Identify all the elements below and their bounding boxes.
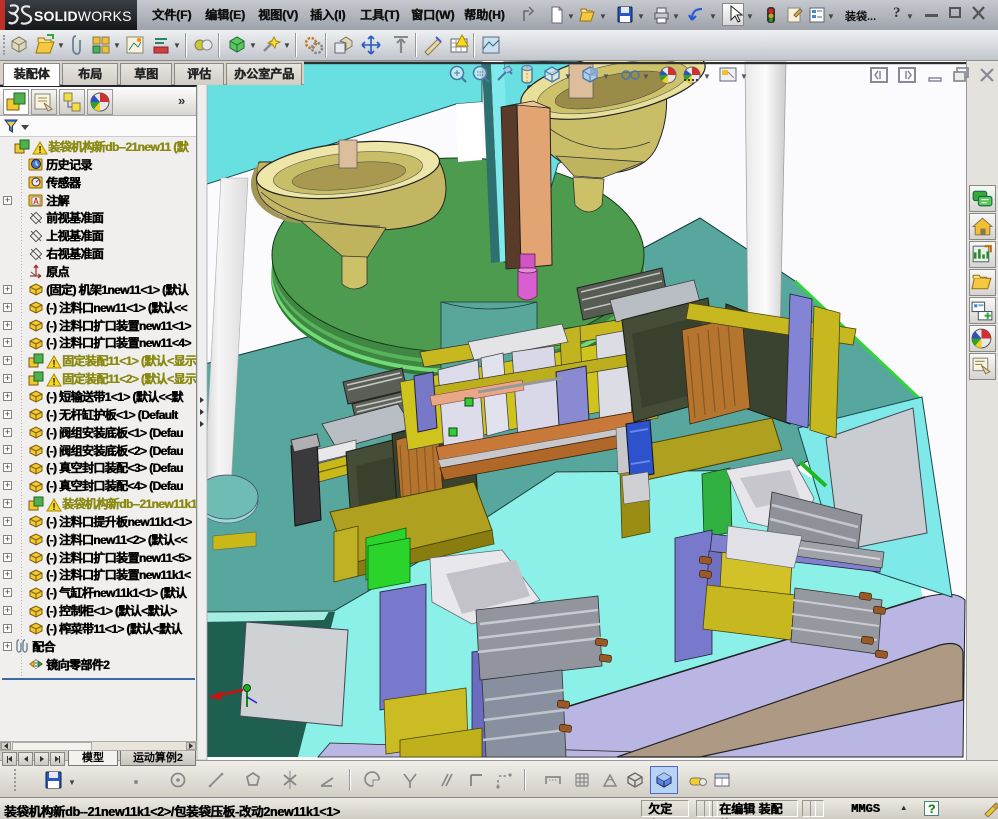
svg-text:!: ! [38,145,41,156]
svg-text:!: ! [52,359,55,370]
svg-text:!: ! [52,502,55,513]
svg-text:A: A [33,197,39,206]
svg-text:!: ! [52,377,55,388]
